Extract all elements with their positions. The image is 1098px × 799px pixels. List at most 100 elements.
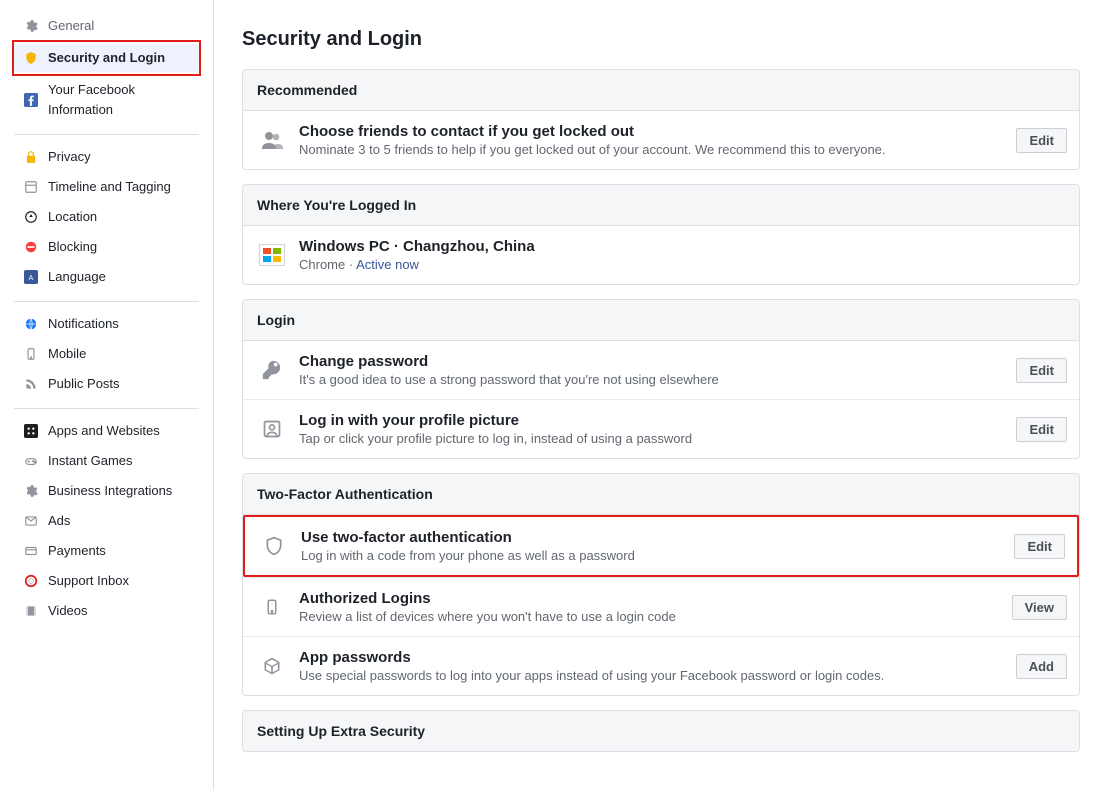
row-subtitle: Log in with a code from your phone as we…	[301, 548, 1014, 563]
row-subtitle: Review a list of devices where you won't…	[299, 609, 1012, 624]
film-icon	[22, 602, 40, 620]
view-button[interactable]: View	[1012, 595, 1067, 620]
section-extra-security: Setting Up Extra Security	[242, 710, 1080, 752]
sidebar-item-label: General	[48, 16, 193, 36]
sidebar-item-label: Support Inbox	[48, 571, 193, 591]
row-subtitle: Use special passwords to log into your a…	[299, 668, 1016, 683]
section-header: Setting Up Extra Security	[243, 711, 1079, 751]
sidebar-item-label: Public Posts	[48, 374, 193, 394]
sidebar-item-label: Mobile	[48, 344, 193, 364]
sidebar-item-public-posts[interactable]: Public Posts	[14, 370, 199, 398]
sidebar-item-biz[interactable]: Business Integrations	[14, 477, 199, 505]
credit-card-icon	[22, 542, 40, 560]
sidebar-item-label: Notifications	[48, 314, 193, 334]
key-icon	[255, 359, 289, 381]
gear-icon	[22, 17, 40, 35]
sidebar-item-ads[interactable]: Ads	[14, 507, 199, 535]
sidebar-item-notifications[interactable]: Notifications	[14, 310, 199, 338]
row-subtitle: Chrome · Active now	[299, 257, 1067, 272]
row-title: Use two-factor authentication	[301, 529, 1014, 546]
annotation-highlight-sidebar: Security and Login	[12, 40, 201, 76]
row-profile-picture-login[interactable]: Log in with your profile picture Tap or …	[243, 399, 1079, 458]
language-icon: A	[22, 268, 40, 286]
row-title: App passwords	[299, 649, 1016, 666]
edit-button[interactable]: Edit	[1016, 417, 1067, 442]
row-title: Log in with your profile picture	[299, 412, 1016, 429]
row-subtitle: Tap or click your profile picture to log…	[299, 431, 1016, 446]
section-login: Login Change password It's a good idea t…	[242, 299, 1080, 459]
sidebar-item-label: Privacy	[48, 147, 193, 167]
svg-text:A: A	[29, 275, 34, 282]
section-header: Recommended	[243, 70, 1079, 111]
row-session[interactable]: Windows PC · Changzhou, China Chrome · A…	[243, 226, 1079, 284]
sidebar-item-videos[interactable]: Videos	[14, 597, 199, 625]
settings-sidebar: General Security and Login Your Facebook…	[0, 0, 214, 790]
ads-icon	[22, 512, 40, 530]
row-subtitle: Nominate 3 to 5 friends to help if you g…	[299, 142, 1016, 157]
location-pin-icon	[22, 208, 40, 226]
sidebar-item-timeline[interactable]: Timeline and Tagging	[14, 173, 199, 201]
mobile-icon	[22, 345, 40, 363]
cube-icon	[255, 656, 289, 676]
sidebar-item-label: Location	[48, 207, 193, 227]
facebook-icon	[22, 91, 40, 109]
section-logged-in: Where You're Logged In Windows PC · Chan…	[242, 184, 1080, 285]
row-trusted-contacts[interactable]: Choose friends to contact if you get loc…	[243, 111, 1079, 169]
section-header: Two-Factor Authentication	[243, 474, 1079, 515]
gamepad-icon	[22, 452, 40, 470]
sidebar-item-games[interactable]: Instant Games	[14, 447, 199, 475]
sidebar-item-label: Language	[48, 267, 193, 287]
windows-pc-icon	[255, 244, 289, 266]
sidebar-item-label: Blocking	[48, 237, 193, 257]
sidebar-item-label: Timeline and Tagging	[48, 177, 193, 197]
section-header: Login	[243, 300, 1079, 341]
lifebuoy-icon	[22, 572, 40, 590]
timeline-icon	[22, 178, 40, 196]
row-title: Windows PC · Changzhou, China	[299, 238, 1067, 255]
section-recommended: Recommended Choose friends to contact if…	[242, 69, 1080, 170]
edit-button[interactable]: Edit	[1014, 534, 1065, 559]
sidebar-item-apps[interactable]: Apps and Websites	[14, 417, 199, 445]
gear-icon	[22, 482, 40, 500]
friends-icon	[255, 128, 289, 152]
sidebar-item-privacy[interactable]: Privacy	[14, 143, 199, 171]
sidebar-item-support[interactable]: Support Inbox	[14, 567, 199, 595]
row-change-password[interactable]: Change password It's a good idea to use …	[243, 341, 1079, 399]
row-title: Authorized Logins	[299, 590, 1012, 607]
section-header: Where You're Logged In	[243, 185, 1079, 226]
sidebar-item-label: Instant Games	[48, 451, 193, 471]
row-title: Change password	[299, 353, 1016, 370]
active-now-link[interactable]: Active now	[356, 257, 419, 272]
sidebar-item-label: Ads	[48, 511, 193, 531]
edit-button[interactable]: Edit	[1016, 358, 1067, 383]
row-use-two-factor[interactable]: Use two-factor authentication Log in wit…	[243, 515, 1079, 577]
sidebar-item-general[interactable]: General	[14, 12, 199, 40]
sidebar-item-label: Security and Login	[48, 48, 193, 68]
page-title: Security and Login	[242, 28, 1080, 51]
sidebar-item-label: Payments	[48, 541, 193, 561]
profile-picture-icon	[255, 419, 289, 439]
sidebar-item-security-login[interactable]: Security and Login	[14, 44, 199, 72]
add-button[interactable]: Add	[1016, 654, 1067, 679]
sidebar-item-mobile[interactable]: Mobile	[14, 340, 199, 368]
main-content: Security and Login Recommended Choose fr…	[214, 0, 1098, 790]
sidebar-item-label: Apps and Websites	[48, 421, 193, 441]
sidebar-item-label: Videos	[48, 601, 193, 621]
sidebar-item-your-info[interactable]: Your Facebook Information	[14, 76, 199, 124]
lock-icon	[22, 148, 40, 166]
sidebar-item-label: Business Integrations	[48, 481, 193, 501]
row-authorized-logins[interactable]: Authorized Logins Review a list of devic…	[243, 577, 1079, 636]
shield-icon	[22, 49, 40, 67]
rss-icon	[22, 375, 40, 393]
edit-button[interactable]: Edit	[1016, 128, 1067, 153]
sidebar-item-label: Your Facebook Information	[48, 80, 193, 120]
row-title: Choose friends to contact if you get loc…	[299, 123, 1016, 140]
block-icon	[22, 238, 40, 256]
sidebar-item-language[interactable]: A Language	[14, 263, 199, 291]
row-app-passwords[interactable]: App passwords Use special passwords to l…	[243, 636, 1079, 695]
apps-icon	[22, 422, 40, 440]
mobile-icon	[255, 598, 289, 616]
sidebar-item-payments[interactable]: Payments	[14, 537, 199, 565]
sidebar-item-blocking[interactable]: Blocking	[14, 233, 199, 261]
sidebar-item-location[interactable]: Location	[14, 203, 199, 231]
